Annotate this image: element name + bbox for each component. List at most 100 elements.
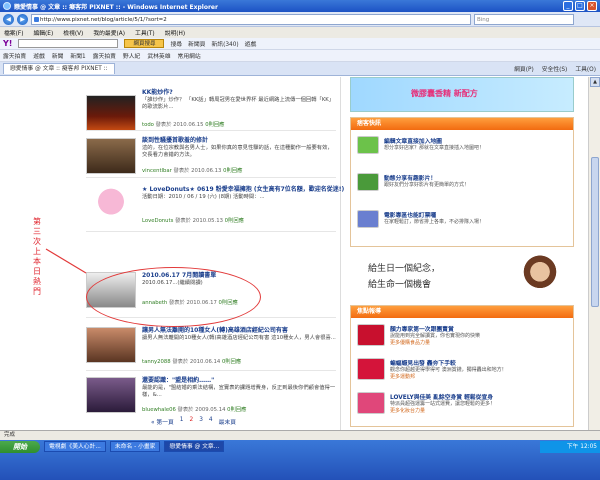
post-date: 發表於 2010.06.13 [173, 168, 222, 174]
post-date: 發表於 2010.06.14 [172, 359, 221, 365]
post-author[interactable]: todo [142, 122, 154, 128]
post-title[interactable]: ★ LoveDonuts★ 0619 粉愛幸福擁抱 (女生高有7位名額，歡迎名從… [142, 184, 344, 193]
link-item[interactable]: 新聞 [52, 51, 64, 60]
link-item[interactable]: 武林英雄 [147, 51, 170, 60]
promo-thumbnail [357, 358, 385, 380]
menu-tools[interactable]: 工具(T) [135, 28, 155, 37]
address-toolbar: ◀ ▶ http://www.pixnet.net/blog/article/5… [0, 12, 600, 27]
post-author[interactable]: bluewhale06 [142, 407, 176, 413]
scroll-up-button[interactable]: ▲ [590, 77, 600, 87]
close-button[interactable]: × [587, 1, 597, 11]
focus-desc: 特派員超強運籌一站式運費，讓您輕鬆的更多！ [390, 401, 496, 407]
safety-menu[interactable]: 安全性(S) [542, 64, 568, 73]
ie-logo-icon [3, 2, 11, 10]
scrollbar[interactable]: ▲ ▼ [588, 77, 600, 468]
yahoo-toolbar: Y! 網頁搜尋 搜尋 新聞頁 新訊(340) 遊戲 [0, 38, 600, 50]
divider [86, 130, 336, 131]
taskbar-item-active[interactable]: 戀愛情事 @ 文章... [164, 441, 225, 452]
post-date: 發表於 2010.06.15 [155, 122, 204, 128]
yahoo-item-search[interactable]: 搜尋 [170, 39, 182, 48]
focus-more[interactable]: 更多優購食品力量 [390, 339, 430, 346]
yahoo-item-mail[interactable]: 新訊(340) [211, 39, 238, 48]
bunny-mascot-image[interactable] [86, 184, 136, 228]
focus-box-title: 焦點報導 [351, 306, 573, 318]
menu-file[interactable]: 檔案(F) [4, 28, 23, 37]
maximize-button[interactable]: □ [575, 1, 585, 11]
post-replies[interactable]: 0則回應 [222, 359, 241, 365]
page-content: KK能炒作? 「誰炒作」炒作？ 「KK話」轉周冠男在愛世界杯 最近網路上流傳一個… [0, 77, 588, 468]
back-button[interactable]: ◀ [3, 13, 14, 25]
search-input[interactable]: Bing [474, 13, 574, 25]
yahoo-item-games[interactable]: 遊戲 [245, 39, 257, 48]
news-box-title: 痞客快訊 [351, 118, 573, 130]
post-author[interactable]: tanny2088 [142, 359, 171, 365]
tools-menu[interactable]: 工具(O) [575, 64, 596, 73]
window-title: 戀愛情事 @ 文章 :: 癡客邦 PIXNET :: - Windows Int… [14, 3, 218, 11]
link-item[interactable]: 遊戲 [33, 51, 45, 60]
focus-more[interactable]: 更多化妝台力量 [390, 407, 425, 414]
menu-favorites[interactable]: 我的最愛(A) [93, 28, 125, 37]
post-replies[interactable]: 0則回應 [205, 122, 224, 128]
pager-page[interactable]: 1 [180, 417, 184, 426]
taskbar-item[interactable]: 未命名 - 小畫家 [109, 441, 161, 452]
post-excerpt: 「誰炒作」炒作？ 「KK話」轉周冠男在愛世界杯 最近網路上流傳一個回轉「KK」的… [142, 97, 335, 110]
yahoo-item-news[interactable]: 新聞頁 [188, 39, 205, 48]
taskbar: 開始 電視劇《美人心計... 未命名 - 小畫家 戀愛情事 @ 文章... 下午… [0, 440, 600, 480]
post-thumbnail[interactable] [86, 377, 136, 413]
page-menu[interactable]: 網頁(P) [514, 64, 534, 73]
post-author[interactable]: vincentlbar [142, 168, 172, 174]
annotation-circle [86, 267, 261, 327]
post-excerpt: 這的，在位宗教與名男人士，如果你真的意見性驟的話，在這種動作一般要有效，交長看力… [142, 145, 333, 158]
post-replies[interactable]: 0則回應 [223, 168, 242, 174]
birthday-ad[interactable]: 給生日一個紀念， 給生命一個機會 [350, 255, 574, 297]
divider [86, 231, 336, 232]
start-button[interactable]: 開始 [0, 441, 40, 453]
post-title[interactable]: 談到性騷擾首歌羞的修計 [142, 135, 208, 144]
pager-last[interactable]: 最末頁 [219, 417, 236, 426]
post-excerpt: 活動日期：2010 / 06 / 19 (六) (8期) 活動時間：... [142, 194, 265, 200]
map-icon [357, 136, 379, 154]
pager-first[interactable]: « 第一頁 [151, 417, 174, 426]
links-toolbar: 露天拍賣 遊戲 新聞 新聞1 露天拍賣 野人紀 武林英雄 常用網站 [0, 50, 600, 62]
news-desc: 跟好友們分享好影片有更簡單的方式！ [384, 182, 470, 188]
post-replies[interactable]: 0則回應 [227, 407, 246, 413]
menu-help[interactable]: 說明(H) [165, 28, 185, 37]
link-item[interactable]: 新聞1 [70, 51, 85, 60]
forward-button[interactable]: ▶ [17, 13, 28, 25]
banner-text: 微膠囊香精 新配方 [411, 89, 478, 98]
pager-page[interactable]: 4 [209, 417, 213, 426]
post-replies[interactable]: 0則回應 [225, 218, 244, 224]
link-item[interactable]: 露天拍賣 [93, 51, 116, 60]
menu-edit[interactable]: 編輯(E) [33, 28, 53, 37]
post-author[interactable]: LoveDonuts [142, 218, 173, 224]
focus-more[interactable]: 更多運動邦 [390, 373, 415, 380]
ad-portrait [520, 255, 560, 297]
pager-current: 2 [189, 417, 194, 423]
browser-window: 戀愛情事 @ 文章 :: 癡客邦 PIXNET :: - Windows Int… [0, 0, 600, 480]
post-title[interactable]: 還要認識："盟是相約……" [142, 375, 214, 384]
tab-current[interactable]: 戀愛情事 @ 文章 :: 癡客邦 PIXNET :: [3, 63, 115, 74]
link-item[interactable]: 露天拍賣 [3, 51, 26, 60]
pager-page[interactable]: 3 [199, 417, 203, 426]
link-item[interactable]: 野人紀 [123, 51, 140, 60]
focus-box: 焦點報導 顏力專家第一次跟團賣賞 說能用到完全解讀賞，你也實現你的快樂 更多優購… [350, 305, 574, 427]
yahoo-search-button[interactable]: 網頁搜尋 [124, 39, 165, 48]
minimize-button[interactable]: _ [563, 1, 573, 11]
scroll-thumb[interactable] [591, 157, 599, 307]
address-input[interactable]: http://www.pixnet.net/blog/article/5/1/?… [31, 13, 471, 25]
post-title[interactable]: KK能炒作? [142, 87, 173, 96]
post-thumbnail[interactable] [86, 327, 136, 363]
link-item[interactable]: 常用網站 [178, 51, 201, 60]
taskbar-item[interactable]: 電視劇《美人心計... [44, 441, 106, 452]
post-date: 發表於 2009.05.14 [177, 407, 226, 413]
menu-view[interactable]: 檢視(V) [63, 28, 83, 37]
yahoo-logo[interactable]: Y! [3, 39, 12, 48]
yahoo-search-input[interactable] [18, 39, 119, 48]
divider [86, 177, 336, 178]
post-meta: bluewhale06 發表於 2009.05.14 0則回應 [142, 405, 246, 413]
ad-line-2: 給生命一個機會 [368, 280, 432, 290]
status-bar: 完成 [0, 430, 600, 440]
post-thumbnail[interactable] [86, 95, 136, 131]
post-thumbnail[interactable] [86, 138, 136, 174]
banner-ad[interactable]: 微膠囊香精 新配方 [350, 77, 574, 112]
